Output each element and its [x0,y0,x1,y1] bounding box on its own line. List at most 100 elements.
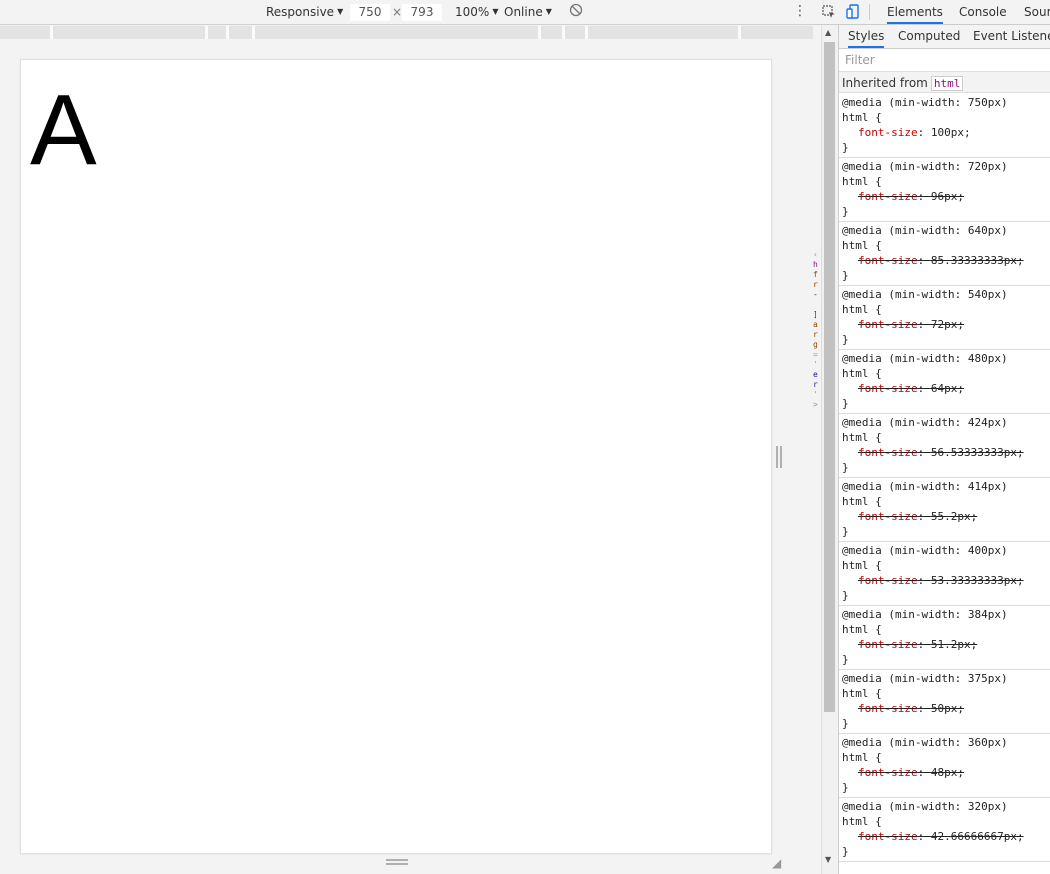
property-declaration[interactable]: font-size: 42.66666667px; [842,829,1048,844]
rotate-icon[interactable] [569,3,583,20]
property-name[interactable]: font-size [858,830,918,843]
media-query-segment[interactable] [541,26,562,39]
rule-selector[interactable]: html { [842,174,1048,189]
property-name[interactable]: font-size [858,702,918,715]
rule-selector[interactable]: html { [842,302,1048,317]
property-value[interactable]: 42.66666667px; [931,830,1024,843]
style-rule[interactable]: @media (min-width: 375px) html {font-size… [839,670,1050,734]
rule-selector[interactable]: html { [842,750,1048,765]
style-rule[interactable]: @media (min-width: 640px) html {font-size… [839,222,1050,286]
style-rule[interactable]: @media (min-width: 750px) html {font-size… [839,94,1050,158]
property-colon: : [917,382,931,395]
scroll-up-icon[interactable]: ▲ [825,28,831,37]
property-declaration[interactable]: font-size: 64px; [842,381,1048,396]
property-declaration[interactable]: font-size: 48px; [842,765,1048,780]
rule-selector[interactable]: html { [842,430,1048,445]
rule-selector[interactable]: html { [842,494,1048,509]
property-declaration[interactable]: font-size: 51.2px; [842,637,1048,652]
rule-selector[interactable]: html { [842,814,1048,829]
property-name[interactable]: font-size [858,382,918,395]
rule-closing-brace: } [842,269,849,282]
media-query-segment[interactable] [255,26,538,39]
style-rule[interactable]: @media (min-width: 320px) html {font-size… [839,798,1050,862]
media-query-segment[interactable] [53,26,205,39]
style-rule[interactable]: @media (min-width: 360px) html {font-size… [839,734,1050,798]
property-value[interactable]: 53.33333333px; [931,574,1024,587]
property-declaration[interactable]: font-size: 56.53333333px; [842,445,1048,460]
property-name[interactable]: font-size [858,766,918,779]
device-select[interactable]: Responsive ▼ [266,5,343,19]
property-declaration[interactable]: font-size: 96px; [842,189,1048,204]
property-value[interactable]: 55.2px; [931,510,977,523]
property-declaration[interactable]: font-size: 53.33333333px; [842,573,1048,588]
style-rule[interactable]: @media (min-width: 414px) html {font-size… [839,478,1050,542]
scroll-down-icon[interactable]: ▼ [825,855,831,864]
property-value[interactable]: 51.2px; [931,638,977,651]
inspect-element-icon[interactable] [821,4,837,20]
property-value[interactable]: 48px; [931,766,964,779]
rule-selector[interactable]: html { [842,686,1048,701]
media-query-segment[interactable] [588,26,738,39]
property-value[interactable]: 56.53333333px; [931,446,1024,459]
tab-computed[interactable]: Computed [898,29,960,43]
property-name[interactable]: font-size [858,574,918,587]
property-declaration[interactable]: font-size: 85.33333333px; [842,253,1048,268]
media-query-segment[interactable] [208,26,226,39]
property-value[interactable]: 50px; [931,702,964,715]
tab-styles[interactable]: Styles [848,29,885,48]
media-query-segment[interactable] [741,26,813,39]
property-name[interactable]: font-size [858,254,918,267]
style-rule[interactable]: @media (min-width: 540px) html {font-size… [839,286,1050,350]
property-declaration[interactable]: font-size: 50px; [842,701,1048,716]
rule-selector[interactable]: html { [842,366,1048,381]
emulated-viewport: A [20,59,772,854]
style-rule[interactable]: @media (min-width: 424px) html {font-size… [839,414,1050,478]
scrollbar[interactable]: ▲ ▼ [821,25,837,874]
property-name[interactable]: font-size [858,190,918,203]
property-value[interactable]: 96px; [931,190,964,203]
more-vertical-icon[interactable]: ⋮ [793,3,807,19]
rule-closing-brace: } [842,333,849,346]
rule-selector[interactable]: html { [842,238,1048,253]
tab-event-listeners[interactable]: Event Listeners [973,29,1050,43]
scrollbar-thumb[interactable] [824,42,835,712]
style-rule[interactable]: @media (min-width: 400px) html {font-size… [839,542,1050,606]
rule-selector[interactable]: html { [842,110,1048,125]
property-name[interactable]: font-size [858,510,918,523]
style-rule[interactable]: @media (min-width: 480px) html {font-size… [839,350,1050,414]
resize-corner-icon[interactable]: ◢ [772,856,781,870]
tab-console[interactable]: Console [959,5,1007,19]
style-rule[interactable]: @media (min-width: 720px) html {font-size… [839,158,1050,222]
property-name[interactable]: font-size [858,126,918,139]
property-value[interactable]: 85.33333333px; [931,254,1024,267]
media-query-segment[interactable] [565,26,585,39]
rule-selector[interactable]: html { [842,622,1048,637]
property-name[interactable]: font-size [858,446,918,459]
style-rule[interactable]: @media (min-width: 384px) html {font-size… [839,606,1050,670]
styles-filter-input[interactable]: Filter [845,53,875,67]
viewport-height-input[interactable]: 793 [402,4,442,21]
network-throttle-select[interactable]: Online ▼ [504,5,552,19]
resize-handle-bottom[interactable] [386,859,408,865]
property-colon: : [917,318,931,331]
media-query-segment[interactable] [0,26,50,39]
property-value[interactable]: 100px; [931,126,971,139]
media-query-segment[interactable] [229,26,252,39]
property-value[interactable]: 64px; [931,382,964,395]
tab-elements[interactable]: Elements [887,5,943,24]
property-declaration[interactable]: font-size: 100px; [842,125,1048,140]
inherited-element-link[interactable]: html [930,76,964,91]
zoom-select[interactable]: 100% ▼ [455,5,498,19]
resize-handle-right[interactable] [776,446,782,468]
property-name[interactable]: font-size [858,318,918,331]
viewport-width-input[interactable]: 750 [350,4,390,21]
property-value[interactable]: 72px; [931,318,964,331]
property-declaration[interactable]: font-size: 55.2px; [842,509,1048,524]
tab-sources[interactable]: Sour [1024,5,1050,19]
property-declaration[interactable]: font-size: 72px; [842,317,1048,332]
device-toggle-icon[interactable] [845,4,861,20]
rule-closing-brace: } [842,205,849,218]
property-name[interactable]: font-size [858,638,918,651]
rule-selector[interactable]: html { [842,558,1048,573]
media-query-text: @media (min-width: 384px) [842,608,1008,621]
